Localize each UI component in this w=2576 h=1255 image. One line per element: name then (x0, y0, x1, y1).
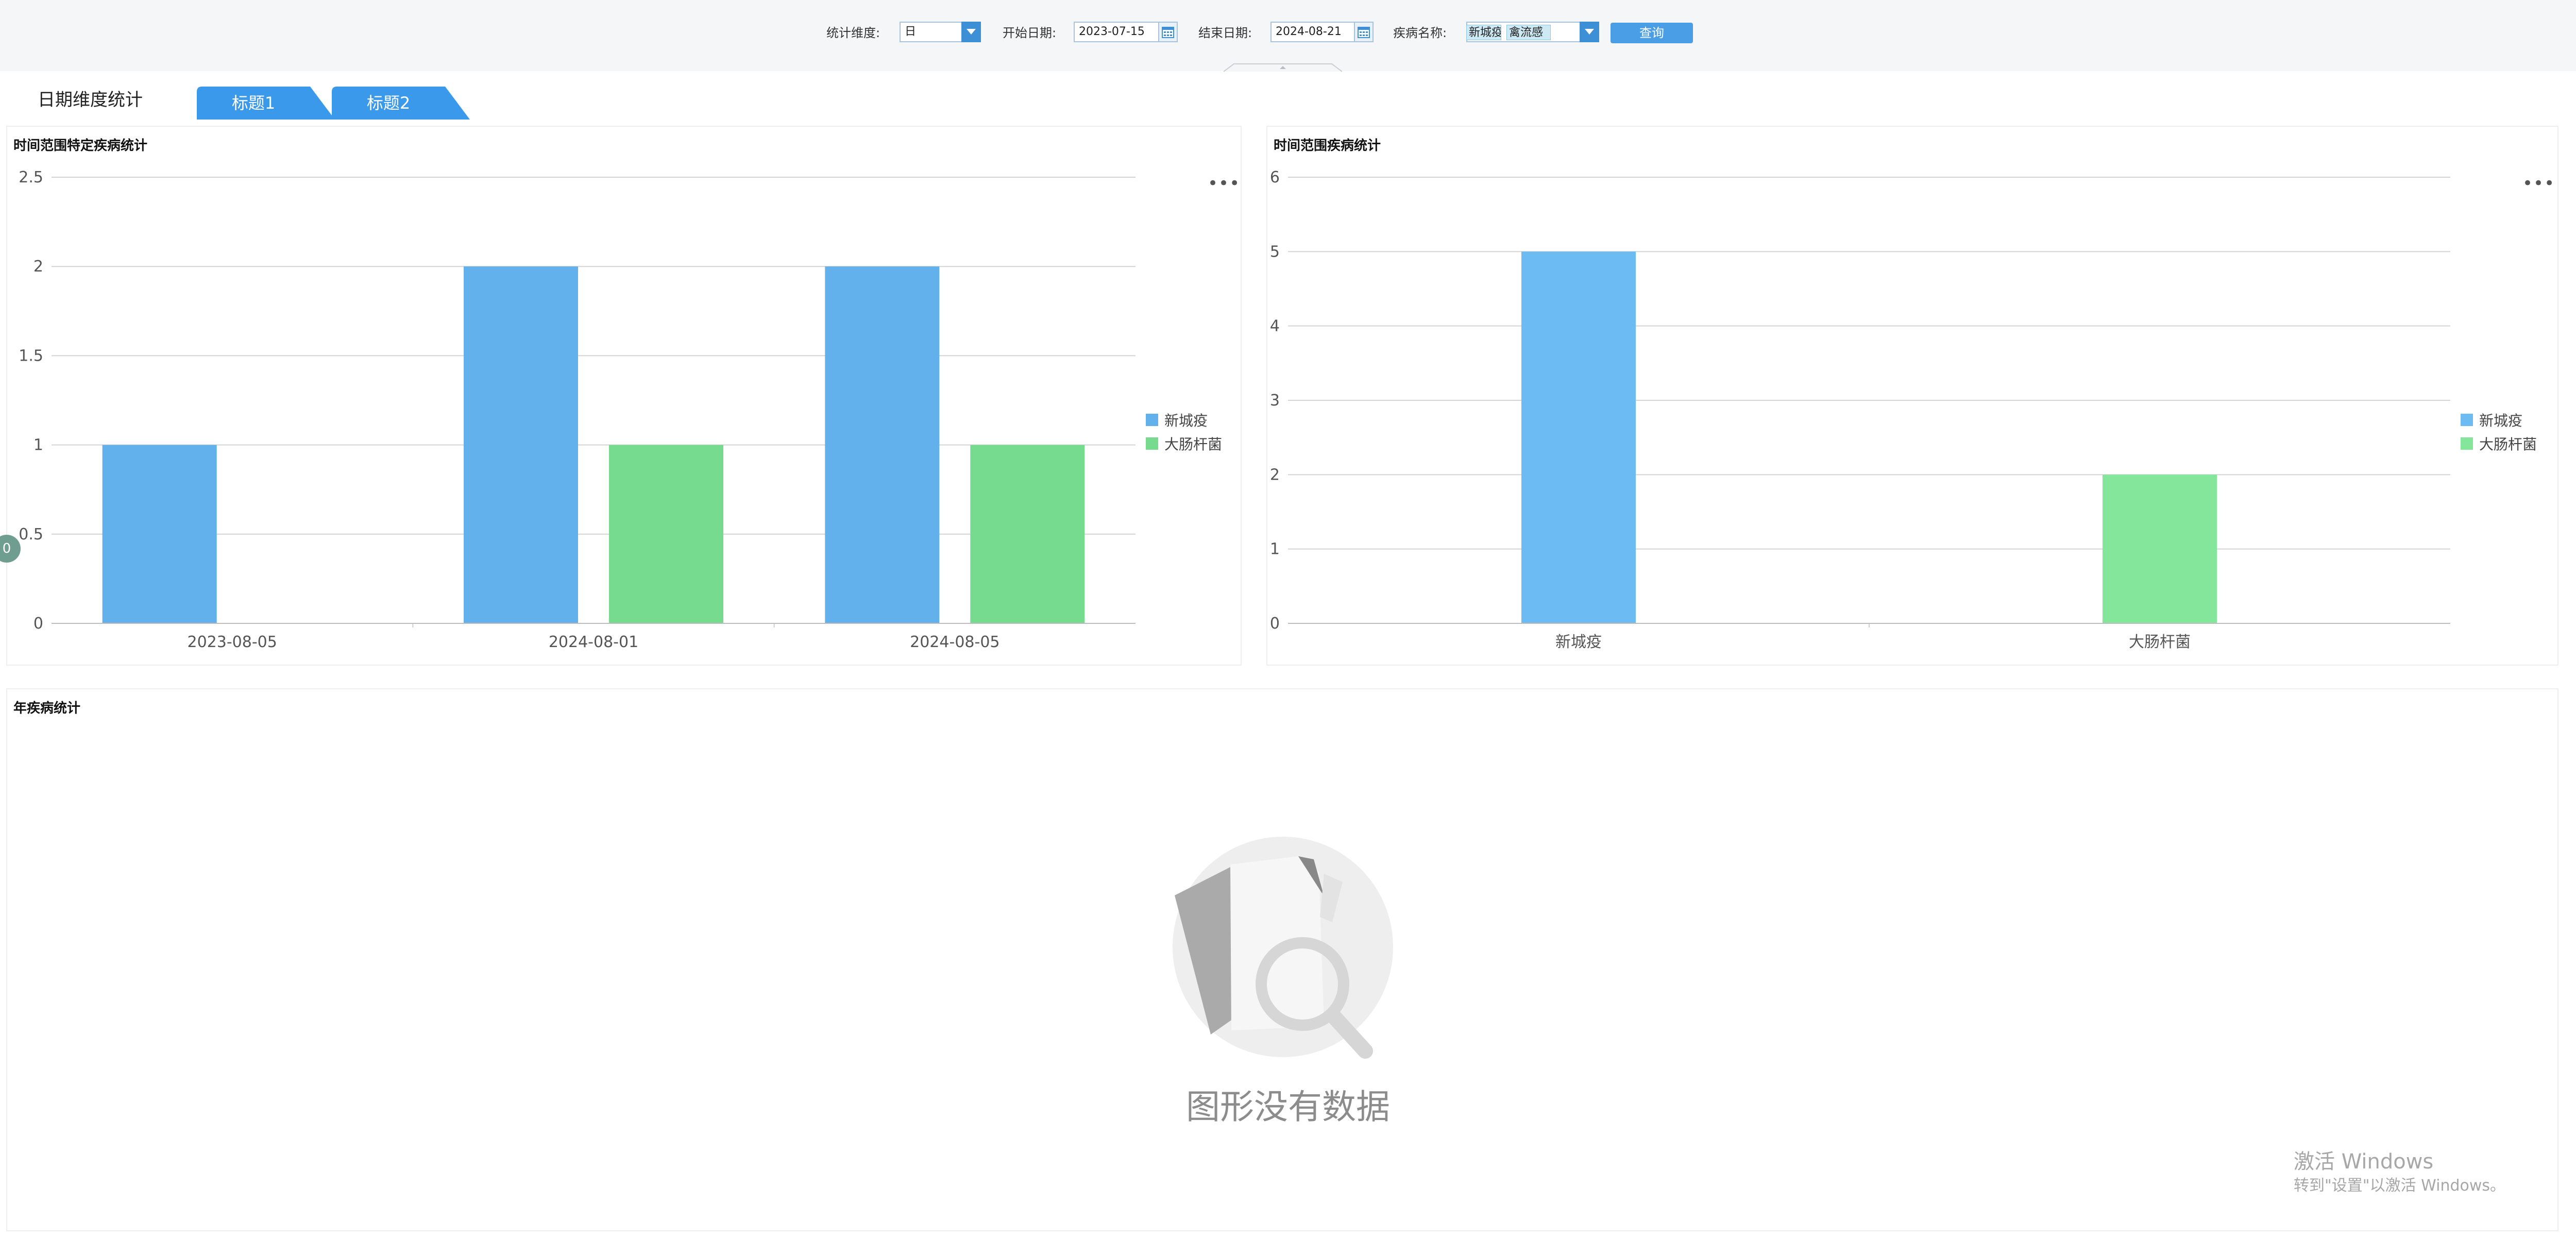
end-date-label: 结束日期: (1198, 26, 1252, 40)
calendar-icon (1162, 27, 1174, 38)
right-chart-legend: 新城疫 大肠杆菌 (2461, 408, 2537, 455)
x-tick-label: 大肠杆菌 (2129, 633, 2191, 651)
legend-item[interactable]: 新城疫 (2461, 408, 2537, 432)
right-bar-chart: 0 1 2 3 4 5 6 新城疫 大肠杆菌 (1270, 168, 2450, 651)
year-chart-title: 年疾病统计 (13, 701, 81, 716)
filter-bar: 统计维度: 日 开始日期: 2023-07-15 结束日期: 2024-08-2… (0, 0, 2576, 72)
y-tick-label: 2 (33, 258, 43, 276)
y-tick-label: 0 (33, 615, 43, 633)
disease-tag[interactable]: 禽流感 (1506, 25, 1551, 40)
calendar-icon (1358, 27, 1370, 38)
y-tick-label: 0 (1270, 615, 1280, 633)
legend-item[interactable]: 大肠杆菌 (1146, 432, 1222, 455)
bar-大肠杆菌[interactable] (2103, 474, 2217, 623)
more-horizontal-icon[interactable]: ••• (1208, 175, 1240, 192)
tab-bar: 日期维度统计 标题1 标题2 (0, 82, 2576, 120)
y-tick-label: 6 (1270, 168, 1280, 186)
legend-swatch (1146, 414, 1158, 426)
left-bar-chart: 0 0.5 1 1.5 2 2.5 2023-08-05 2024-08-01 2024-08-… (19, 168, 1136, 651)
disease-name-label: 疾病名称: (1393, 26, 1447, 40)
windows-activation-hint: 转到"设置"以激活 Windows。 (2294, 1177, 2506, 1195)
disease-dropdown-button[interactable] (1580, 22, 1599, 42)
tab-title-1[interactable]: 标题1 (197, 87, 336, 120)
legend-swatch (2461, 437, 2473, 450)
left-chart-panel: 时间范围特定疾病统计 0 0.5 1 1.5 2 2.5 2023-08-05 2024-08… (6, 126, 1242, 666)
bar-大肠杆菌[interactable] (970, 445, 1085, 623)
bar-大肠杆菌[interactable] (609, 445, 723, 623)
end-date-input[interactable]: 2024-08-21 (1270, 22, 1358, 42)
end-date-calendar-button[interactable] (1354, 22, 1374, 42)
more-horizontal-icon[interactable]: ••• (2522, 175, 2555, 192)
y-tick-label: 4 (1270, 317, 1280, 335)
left-chart-legend: 新城疫 大肠杆菌 (1146, 408, 1222, 455)
tab-title-1-label: 标题1 (231, 93, 276, 113)
x-tick-label: 新城疫 (1555, 633, 1602, 651)
disease-tag[interactable]: 新城疫 (1466, 25, 1501, 40)
legend-label: 大肠杆菌 (2479, 436, 2537, 453)
dimension-label: 统计维度: (826, 26, 880, 40)
query-button[interactable]: 查询 (1611, 23, 1693, 43)
legend-item[interactable]: 大肠杆菌 (2461, 432, 2537, 455)
legend-label: 新城疫 (2479, 412, 2523, 429)
bar-新城疫[interactable] (464, 266, 578, 623)
legend-label: 大肠杆菌 (1164, 436, 1223, 453)
legend-swatch (2461, 414, 2473, 426)
y-tick-label: 2.5 (19, 168, 43, 186)
legend-label: 新城疫 (1164, 412, 1208, 429)
y-tick-label: 1.5 (19, 347, 43, 365)
y-tick-label: 2 (1270, 466, 1280, 484)
bar-新城疫[interactable] (825, 266, 940, 623)
bar-新城疫[interactable] (1521, 251, 1636, 623)
dimension-select[interactable]: 日 (900, 22, 962, 42)
tab-title-2-label: 标题2 (366, 93, 411, 113)
empty-chart-search-icon (1173, 837, 1393, 1059)
x-tick-label: 2023-08-05 (187, 633, 277, 651)
bar-新城疫[interactable] (102, 445, 217, 623)
windows-activation-title: 激活 Windows (2294, 1150, 2434, 1174)
collapse-handle[interactable] (1224, 63, 1342, 72)
x-tick-label: 2024-08-05 (910, 633, 999, 651)
y-tick-label: 3 (1270, 392, 1280, 410)
legend-swatch (1146, 437, 1158, 450)
y-tick-label: 1 (1270, 540, 1280, 558)
start-date-calendar-button[interactable] (1158, 22, 1178, 42)
start-date-input[interactable]: 2023-07-15 (1074, 22, 1161, 42)
x-tick-label: 2024-08-01 (549, 633, 638, 651)
chevron-down-icon (967, 29, 976, 35)
right-chart-panel: 时间范围疾病统计 0 1 2 3 4 5 6 新城疫 大肠杆菌 ••• 新城疫 大肠杆菌 (1266, 126, 2558, 666)
y-tick-label: 1 (33, 436, 43, 454)
y-tick-label: 5 (1270, 243, 1280, 261)
legend-item[interactable]: 新城疫 (1146, 408, 1222, 432)
start-date-label: 开始日期: (1003, 26, 1057, 40)
tab-title-2[interactable]: 标题2 (332, 87, 471, 120)
tab-date-dimension[interactable]: 日期维度统计 (15, 86, 165, 114)
dimension-dropdown-button[interactable] (961, 22, 981, 42)
y-tick-label: 0.5 (19, 525, 43, 544)
empty-state-text: 图形没有数据 (1186, 1087, 1390, 1127)
chevron-down-icon (1585, 29, 1594, 35)
